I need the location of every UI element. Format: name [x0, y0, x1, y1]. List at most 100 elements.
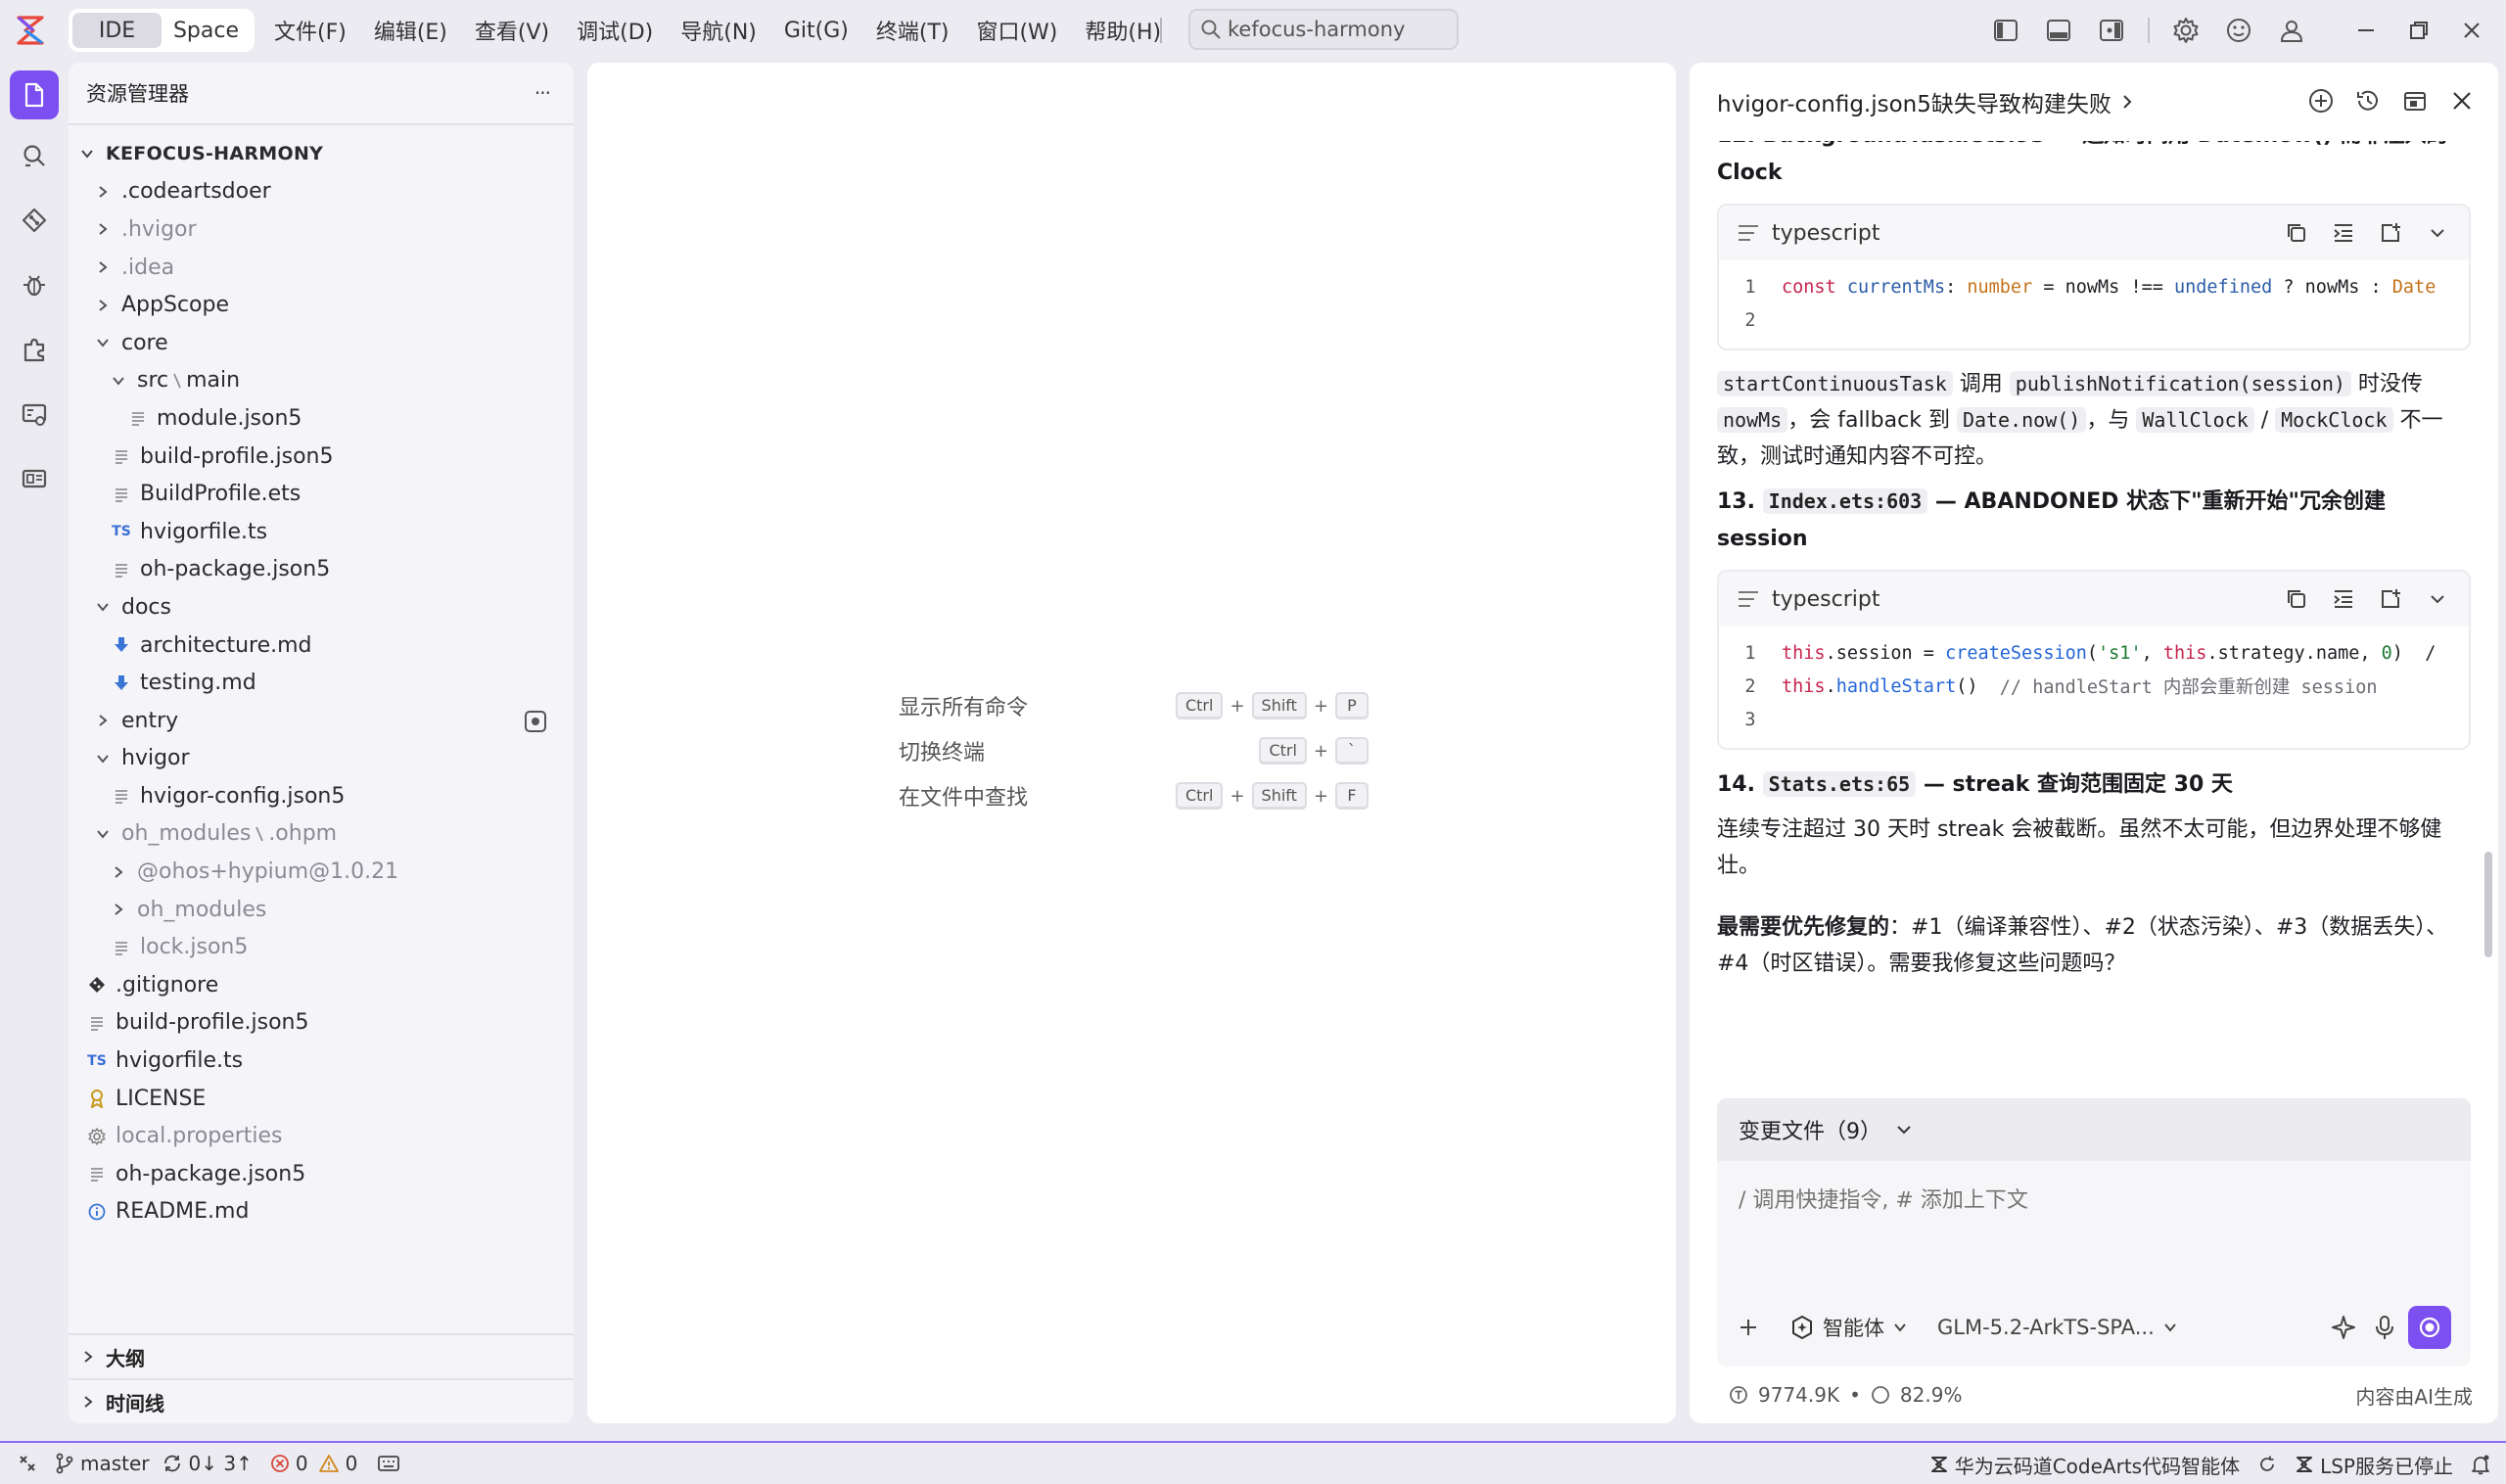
explorer-files-icon[interactable] [10, 70, 59, 119]
menu-view[interactable]: 查看(V) [475, 15, 549, 46]
tree-folder[interactable]: docs [69, 588, 574, 626]
chevron-down-icon[interactable] [2424, 585, 2451, 613]
tree-root-folder[interactable]: KEFOCUS-HARMONY [69, 135, 574, 173]
tree-file[interactable]: architecture.md [69, 626, 574, 665]
tree-folder[interactable]: hvigor [69, 740, 574, 778]
tree-item-label: lock.json5 [140, 935, 249, 960]
mode-space-button[interactable]: Space [162, 13, 251, 48]
tree-file[interactable]: TS hvigorfile.ts [69, 1042, 574, 1080]
keyboard-icon[interactable] [377, 1454, 400, 1473]
copy-icon[interactable] [2283, 585, 2310, 613]
insert-code-icon[interactable] [2330, 585, 2357, 613]
shortcut-row[interactable]: 显示所有命令 Ctrl + Shift + P [899, 683, 1369, 728]
tree-file[interactable]: TS hvigorfile.ts [69, 513, 574, 551]
tree-file[interactable]: .gitignore [69, 966, 574, 1004]
tree-file[interactable]: lock.json5 [69, 928, 574, 966]
menu-terminal[interactable]: 终端(T) [876, 15, 950, 46]
tree-file[interactable]: module.json5 [69, 399, 574, 438]
tree-folder[interactable]: oh_modules .ohpm [69, 815, 574, 854]
new-file-icon[interactable] [2377, 219, 2404, 247]
close-chat-icon[interactable] [2445, 84, 2479, 117]
section-timeline[interactable]: 时间线 [69, 1378, 574, 1423]
path-separator-icon [172, 371, 182, 391]
settings-gear-icon[interactable] [2169, 14, 2203, 47]
chat-scrollbar[interactable] [2484, 852, 2492, 957]
microphone-icon[interactable] [2373, 1314, 2396, 1341]
extensions-puzzle-icon[interactable] [10, 325, 59, 374]
command-search[interactable] [1188, 9, 1459, 50]
tree-folder[interactable]: .codeartsdoer [69, 173, 574, 211]
git-sync[interactable]: 0↓ 3↑ [162, 1452, 253, 1475]
tree-folder[interactable]: AppScope [69, 286, 574, 324]
menu-help[interactable]: 帮助(H) [1085, 15, 1161, 46]
shortcut-row[interactable]: 在文件中查找 Ctrl + Shift + F [899, 773, 1369, 818]
close-window-icon[interactable] [2455, 14, 2488, 47]
tree-folder[interactable]: entry [69, 702, 574, 740]
activity-bar [0, 61, 69, 1441]
codearts-agent-status[interactable]: 华为云码道CodeArts代码智能体 [1929, 1451, 2240, 1479]
tree-folder[interactable]: .hvigor [69, 210, 574, 249]
history-icon[interactable] [2351, 84, 2385, 117]
tree-file[interactable]: oh-package.json5 [69, 1155, 574, 1193]
add-context-button[interactable] [1737, 1316, 1760, 1339]
chevron-down-icon[interactable] [2424, 219, 2451, 247]
tree-folder[interactable]: src main [69, 362, 574, 400]
tree-folder[interactable]: @ohos+hypium@1.0.21 [69, 853, 574, 891]
section-outline[interactable]: 大纲 [69, 1333, 574, 1378]
tree-folder[interactable]: core [69, 324, 574, 362]
problems-indicator[interactable]: 0 0 [270, 1452, 357, 1475]
explorer-more-button[interactable]: ··· [534, 81, 551, 105]
search-input[interactable] [1228, 18, 1443, 41]
tree-file[interactable]: build-profile.json5 [69, 1004, 574, 1043]
refresh-icon[interactable] [2257, 1455, 2277, 1474]
menu-debug[interactable]: 调试(D) [577, 15, 653, 46]
debug-bug-icon[interactable] [10, 260, 59, 309]
account-user-icon[interactable] [2275, 14, 2308, 47]
menu-file[interactable]: 文件(F) [274, 15, 347, 46]
tree-file[interactable]: local.properties [69, 1117, 574, 1155]
git-branch[interactable]: master [55, 1452, 150, 1475]
search-panel-icon[interactable] [10, 131, 59, 180]
chat-input[interactable] [1739, 1183, 2443, 1241]
feedback-smiley-icon[interactable] [2222, 14, 2255, 47]
restore-window-icon[interactable] [2402, 14, 2436, 47]
toggle-secondary-sidebar-icon[interactable] [2095, 14, 2128, 47]
remote-indicator[interactable] [18, 1454, 37, 1473]
tree-folder[interactable]: .idea [69, 249, 574, 287]
changed-files-toggle[interactable]: 变更文件（9） [1717, 1098, 2471, 1161]
minimize-window-icon[interactable] [2349, 14, 2383, 47]
chat-session-title[interactable]: hvigor-config.json5缺失导致构建失败 [1717, 85, 2112, 118]
module-indicator-icon[interactable] [525, 710, 546, 732]
open-in-window-icon[interactable] [2398, 84, 2432, 117]
shortcut-row[interactable]: 切换终端 Ctrl + ` [899, 728, 1369, 773]
toggle-sidebar-icon[interactable] [1989, 14, 2022, 47]
source-control-icon[interactable] [10, 196, 59, 245]
menu-edit[interactable]: 编辑(E) [374, 15, 447, 46]
tree-file[interactable]: README.md [69, 1193, 574, 1231]
send-button[interactable] [2408, 1306, 2451, 1349]
insert-code-icon[interactable] [2330, 219, 2357, 247]
menu-window[interactable]: 窗口(W) [976, 15, 1057, 46]
tree-file[interactable]: build-profile.json5 [69, 438, 574, 476]
lsp-status[interactable]: LSP服务已停止 [2295, 1451, 2453, 1479]
tree-file[interactable]: oh-package.json5 [69, 551, 574, 589]
toggle-panel-icon[interactable] [2042, 14, 2075, 47]
new-file-icon[interactable] [2377, 585, 2404, 613]
new-chat-icon[interactable] [2304, 84, 2338, 117]
chevron-right-icon[interactable] [2119, 93, 2135, 111]
agent-selector[interactable]: 智能体 [1789, 1313, 1908, 1342]
device-manager-icon[interactable] [10, 454, 59, 503]
sparkle-icon[interactable] [2330, 1314, 2357, 1341]
notifications-bell-icon[interactable] [2471, 1454, 2490, 1475]
copy-icon[interactable] [2283, 219, 2310, 247]
tree-folder[interactable]: oh_modules [69, 891, 574, 929]
menu-git[interactable]: Git(G) [784, 19, 849, 43]
tree-file[interactable]: testing.md [69, 664, 574, 702]
menu-navigate[interactable]: 导航(N) [680, 15, 757, 46]
mode-ide-button[interactable]: IDE [72, 13, 162, 48]
tree-file[interactable]: BuildProfile.ets [69, 475, 574, 513]
remote-terminal-icon[interactable] [10, 390, 59, 439]
tree-file[interactable]: hvigor-config.json5 [69, 777, 574, 815]
model-selector[interactable]: GLM-5.2-ArkTS-SPA... [1937, 1316, 2178, 1339]
tree-file[interactable]: LICENSE [69, 1080, 574, 1118]
